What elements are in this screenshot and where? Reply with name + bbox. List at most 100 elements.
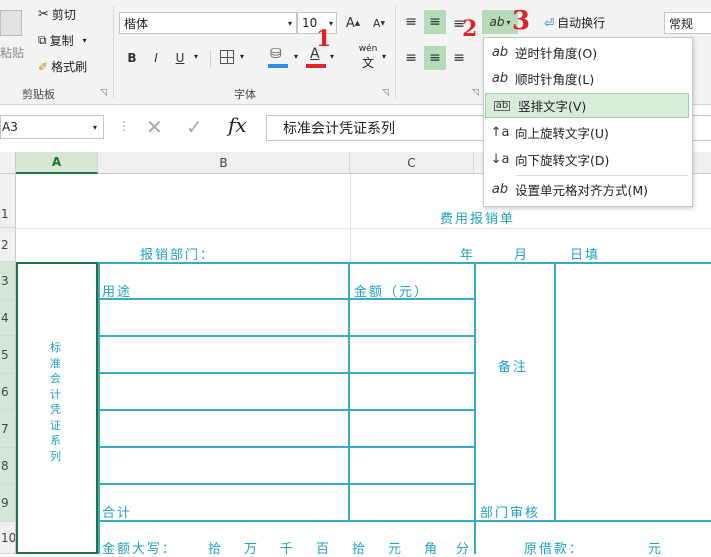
row-header[interactable]: 5 <box>0 336 16 374</box>
purpose-header: 用途 <box>102 285 133 300</box>
row-header[interactable]: 8 <box>0 448 16 484</box>
dept-review-label: 部门审核 <box>480 506 541 521</box>
select-all-corner[interactable] <box>0 152 16 174</box>
menu-item-label: 逆时针角度(O) <box>515 46 598 61</box>
dialog-launcher-icon[interactable]: ◹ <box>382 88 389 98</box>
unit-label: 元 <box>388 542 404 557</box>
row-header[interactable]: 1 <box>0 174 16 228</box>
align-center-button[interactable]: ≡ <box>424 46 446 70</box>
underline-icon: U <box>175 51 185 65</box>
bold-button[interactable]: B <box>124 48 140 68</box>
divider <box>113 6 114 98</box>
table-border <box>348 262 350 522</box>
unit-label: 分 <box>456 542 472 557</box>
chevron-down-icon[interactable]: ▾ <box>83 36 87 45</box>
wrap-text-icon: ⏎ <box>544 15 555 30</box>
align-top-button[interactable]: ≡ <box>402 12 420 32</box>
row-header[interactable]: 6 <box>0 374 16 410</box>
vertical-text-icon: ab <box>494 99 510 111</box>
format-painter-button[interactable]: ✐ 格式刷 <box>38 58 87 75</box>
dialog-launcher-icon[interactable]: ◹ <box>100 88 107 98</box>
row-header[interactable]: 2 <box>0 228 16 262</box>
menu-item-format-alignment[interactable]: ab 设置单元格对齐方式(M) <box>485 177 689 202</box>
chevron-down-icon[interactable]: ▾ <box>294 52 298 61</box>
menu-item-clockwise[interactable]: ab 顺时针角度(L) <box>485 66 689 91</box>
shrink-font-icon: A <box>372 16 381 30</box>
clipboard-group-label: 剪贴板 <box>22 88 55 101</box>
number-format-combo[interactable]: 常规 <box>664 12 711 34</box>
chevron-down-icon[interactable]: ▾ <box>330 52 334 61</box>
row-header[interactable]: 3 <box>0 262 16 300</box>
menu-item-rotate-down[interactable]: ↓a 向下旋转文字(D) <box>485 147 689 172</box>
amount-words-label: 金额大写： <box>102 542 178 557</box>
unit-label: 拾 <box>208 542 224 557</box>
table-border <box>98 409 474 411</box>
format-painter-label: 格式刷 <box>51 60 88 74</box>
menu-item-rotate-up[interactable]: ↑a 向上旋转文字(U) <box>485 120 689 145</box>
menu-item-vertical-text[interactable]: ab 竖排文字(V) <box>485 93 689 118</box>
dialog-launcher-icon[interactable]: ◹ <box>472 88 479 98</box>
scissors-icon: ✂ <box>38 7 49 22</box>
column-header-c[interactable]: C <box>350 152 474 174</box>
copy-button[interactable]: ⧉ 复制 ▾ <box>38 32 87 49</box>
number-format-value: 常规 <box>669 16 694 31</box>
insert-function-icon[interactable]: fx <box>228 113 247 137</box>
row-header[interactable]: 10 <box>0 522 16 554</box>
fill-color-button[interactable]: ⛁ <box>268 46 290 70</box>
table-border <box>98 483 474 485</box>
underline-button[interactable]: U <box>172 48 188 68</box>
name-box[interactable]: A3 ▾ <box>0 115 104 139</box>
cancel-icon[interactable]: ✕ <box>146 115 163 139</box>
chevron-down-icon[interactable]: ▾ <box>288 19 292 28</box>
column-header-a[interactable]: A <box>16 152 98 174</box>
date-month: 月 <box>514 248 530 263</box>
date-year: 年 <box>460 248 476 263</box>
annotation-2: 2 <box>462 16 478 42</box>
paste-button[interactable]: 粘贴 <box>0 8 28 64</box>
table-border <box>474 262 476 554</box>
divider <box>395 6 396 98</box>
wrap-text-button[interactable]: ⏎ 自动换行 <box>544 14 605 31</box>
amount-header: 金额（元） <box>354 285 430 300</box>
chevron-down-icon[interactable]: ▾ <box>382 52 386 61</box>
phonetic-icon: wén <box>358 44 378 54</box>
font-name-combo[interactable]: 楷体 ▾ <box>119 12 297 34</box>
cut-button[interactable]: ✂ 剪切 <box>38 6 76 23</box>
unit-label: 拾 <box>352 542 368 557</box>
border-button[interactable] <box>220 50 234 64</box>
column-header-b[interactable]: B <box>98 152 350 174</box>
align-left-button[interactable]: ≡ <box>402 48 420 68</box>
shrink-font-button[interactable]: A ▼ <box>370 14 388 32</box>
dept-label: 报销部门： <box>140 248 216 263</box>
grow-font-button[interactable]: A ▲ <box>344 14 362 32</box>
table-border <box>98 520 711 522</box>
font-group-label: 字体 <box>234 88 256 101</box>
chevron-down-icon: ▾ <box>506 17 511 27</box>
menu-item-counterclockwise[interactable]: ab 逆时针角度(O) <box>485 40 689 65</box>
italic-button[interactable]: I <box>148 48 164 68</box>
chevron-down-icon[interactable]: ▾ <box>93 123 97 132</box>
font-color-swatch <box>306 64 326 68</box>
row-header[interactable]: 9 <box>0 484 16 522</box>
fill-color-swatch <box>268 64 288 68</box>
row-header[interactable]: 7 <box>0 410 16 448</box>
chevron-down-icon[interactable]: ▾ <box>240 52 244 61</box>
align-right-button[interactable]: ≡ <box>450 48 468 68</box>
chevron-down-icon[interactable]: ▾ <box>194 52 198 61</box>
menu-item-label: 竖排文字(V) <box>518 99 587 114</box>
annotation-1: 1 <box>316 26 332 52</box>
rotate-down-icon: ↓a <box>490 152 510 167</box>
cut-label: 剪切 <box>51 8 76 22</box>
row-header[interactable]: 4 <box>0 300 16 336</box>
table-border <box>98 262 100 554</box>
total-label: 合计 <box>102 506 133 521</box>
orientation-menu: ab 逆时针角度(O) ab 顺时针角度(L) ab 竖排文字(V) ↑a 向上… <box>483 37 693 207</box>
enter-icon[interactable]: ✓ <box>186 115 203 139</box>
font-size-value: 10 <box>302 16 318 30</box>
align-middle-button[interactable]: ≡ <box>424 10 446 34</box>
unit-label: 千 <box>280 542 296 557</box>
wrap-text-label: 自动换行 <box>557 16 606 30</box>
yuan-label: 元 <box>648 542 664 557</box>
menu-separator <box>516 175 688 176</box>
phonetic-button[interactable]: wén 文 <box>356 44 380 70</box>
